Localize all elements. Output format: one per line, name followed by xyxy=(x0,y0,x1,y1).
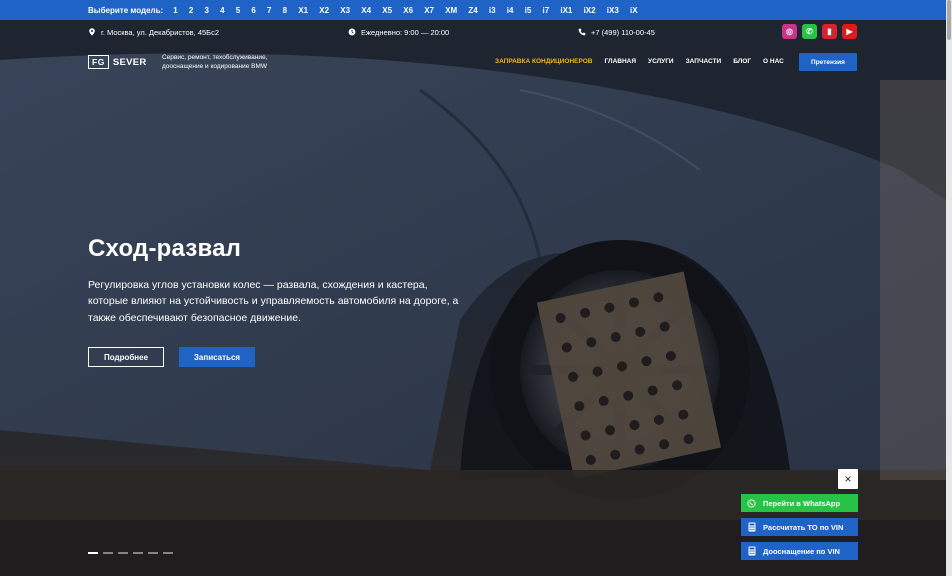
instagram-icon[interactable]: ◎ xyxy=(782,24,797,39)
model-link-z4[interactable]: Z4 xyxy=(468,6,477,15)
retrofit-vin-button[interactable]: Дооснащение по VIN xyxy=(741,542,858,560)
model-link-i4[interactable]: i4 xyxy=(507,6,514,15)
page-scrollbar[interactable] xyxy=(946,0,952,576)
hero-title: Сход-развал xyxy=(88,235,242,262)
model-link-ix2[interactable]: iX2 xyxy=(584,6,596,15)
model-link-8[interactable]: 8 xyxy=(283,6,287,15)
model-link-x3[interactable]: X3 xyxy=(340,6,350,15)
model-link-x1[interactable]: X1 xyxy=(298,6,308,15)
model-link-x7[interactable]: X7 xyxy=(424,6,434,15)
model-link-ix[interactable]: iX xyxy=(630,6,638,15)
close-floating-button[interactable]: × xyxy=(838,469,858,489)
phone-info[interactable]: +7 (499) 110-00-45 xyxy=(578,20,655,44)
slider-dot-5[interactable] xyxy=(148,552,158,554)
model-link-i7[interactable]: i7 xyxy=(543,6,550,15)
calc-to-vin-label: Рассчитать ТО по VIN xyxy=(763,522,844,532)
nav-about[interactable]: О нас xyxy=(763,58,784,65)
model-link-ix1[interactable]: iX1 xyxy=(560,6,572,15)
social-links: ◎ ✆ ▮ ▶ xyxy=(782,24,862,39)
nav-ac-refill[interactable]: Заправка кондиционеров xyxy=(495,58,593,65)
site-tagline: Сервис, ремонт, техобслуживание, дооснащ… xyxy=(162,54,268,70)
model-link-2[interactable]: 2 xyxy=(189,6,193,15)
model-link-4[interactable]: 4 xyxy=(220,6,224,15)
phone-text[interactable]: +7 (499) 110-00-45 xyxy=(591,28,655,37)
main-nav: Заправка кондиционеров Главная Услуги За… xyxy=(495,58,796,65)
model-link-xm[interactable]: XM xyxy=(445,6,457,15)
more-button[interactable]: Подробнее xyxy=(88,347,164,367)
site-logo[interactable]: FG SEVER xyxy=(88,55,147,69)
logo-mark: FG xyxy=(88,55,109,69)
contact-info-row: г. Москва, ул. Декабристов, 45Бс2 Ежедне… xyxy=(0,20,946,44)
whatsapp-button[interactable]: Перейти в WhatsApp xyxy=(741,494,858,512)
logo-text: SEVER xyxy=(112,56,147,68)
slider-dot-3[interactable] xyxy=(118,552,128,554)
nav-services[interactable]: Услуги xyxy=(648,58,674,65)
model-link-x2[interactable]: X2 xyxy=(319,6,329,15)
location-pin-icon xyxy=(89,28,95,36)
book-button[interactable]: Записаться xyxy=(179,347,255,367)
phone-icon xyxy=(578,28,586,36)
calc-to-vin-button[interactable]: Рассчитать ТО по VIN xyxy=(741,518,858,536)
model-link-6[interactable]: 6 xyxy=(251,6,255,15)
slider-dot-4[interactable] xyxy=(133,552,143,554)
address-info: г. Москва, ул. Декабристов, 45Бс2 xyxy=(88,20,219,44)
scrollbar-thumb[interactable] xyxy=(947,0,951,40)
model-selector-label: Выберите модель: xyxy=(88,5,164,15)
model-selector-bar: Выберите модель: 1 2 3 4 5 6 7 8 X1 X2 X… xyxy=(0,0,946,20)
model-link-x5[interactable]: X5 xyxy=(382,6,392,15)
address-text: г. Москва, ул. Декабристов, 45Бс2 xyxy=(101,27,220,37)
model-link-ix3[interactable]: iX3 xyxy=(607,6,619,15)
model-link-7[interactable]: 7 xyxy=(267,6,271,15)
hours-info: Ежедневно: 9:00 — 20:00 xyxy=(348,20,449,44)
hero-description: Регулировка углов установки колес — разв… xyxy=(88,279,459,324)
retrofit-vin-label: Дооснащение по VIN xyxy=(763,546,840,556)
whatsapp-icon[interactable]: ✆ xyxy=(802,24,817,39)
model-link-x6[interactable]: X6 xyxy=(403,6,413,15)
model-link-3[interactable]: 3 xyxy=(204,6,208,15)
claim-button[interactable]: Претензия xyxy=(799,53,857,71)
whatsapp-button-label: Перейти в WhatsApp xyxy=(763,498,841,508)
model-link-i5[interactable]: i5 xyxy=(525,6,532,15)
slider-dot-2[interactable] xyxy=(103,552,113,554)
telegram-icon[interactable]: ▮ xyxy=(822,24,837,39)
nav-parts[interactable]: Запчасти xyxy=(686,58,722,65)
nav-home[interactable]: Главная xyxy=(605,58,637,65)
slider-dot-6[interactable] xyxy=(163,552,173,554)
slider-dot-1[interactable] xyxy=(88,552,98,554)
slider-pagination xyxy=(88,552,178,554)
hours-text: Ежедневно: 9:00 — 20:00 xyxy=(361,27,450,37)
youtube-icon[interactable]: ▶ xyxy=(842,24,857,39)
nav-blog[interactable]: Блог xyxy=(733,58,751,65)
model-link-1[interactable]: 1 xyxy=(173,6,177,15)
whatsapp-icon xyxy=(747,498,756,508)
site-header: FG SEVER Сервис, ремонт, техобслуживание… xyxy=(0,44,946,80)
model-link-5[interactable]: 5 xyxy=(236,6,240,15)
calculator-icon xyxy=(747,546,756,556)
calculator-icon xyxy=(747,522,756,532)
model-link-x4[interactable]: X4 xyxy=(361,6,371,15)
clock-icon xyxy=(348,28,356,36)
model-link-i3[interactable]: i3 xyxy=(489,6,496,15)
